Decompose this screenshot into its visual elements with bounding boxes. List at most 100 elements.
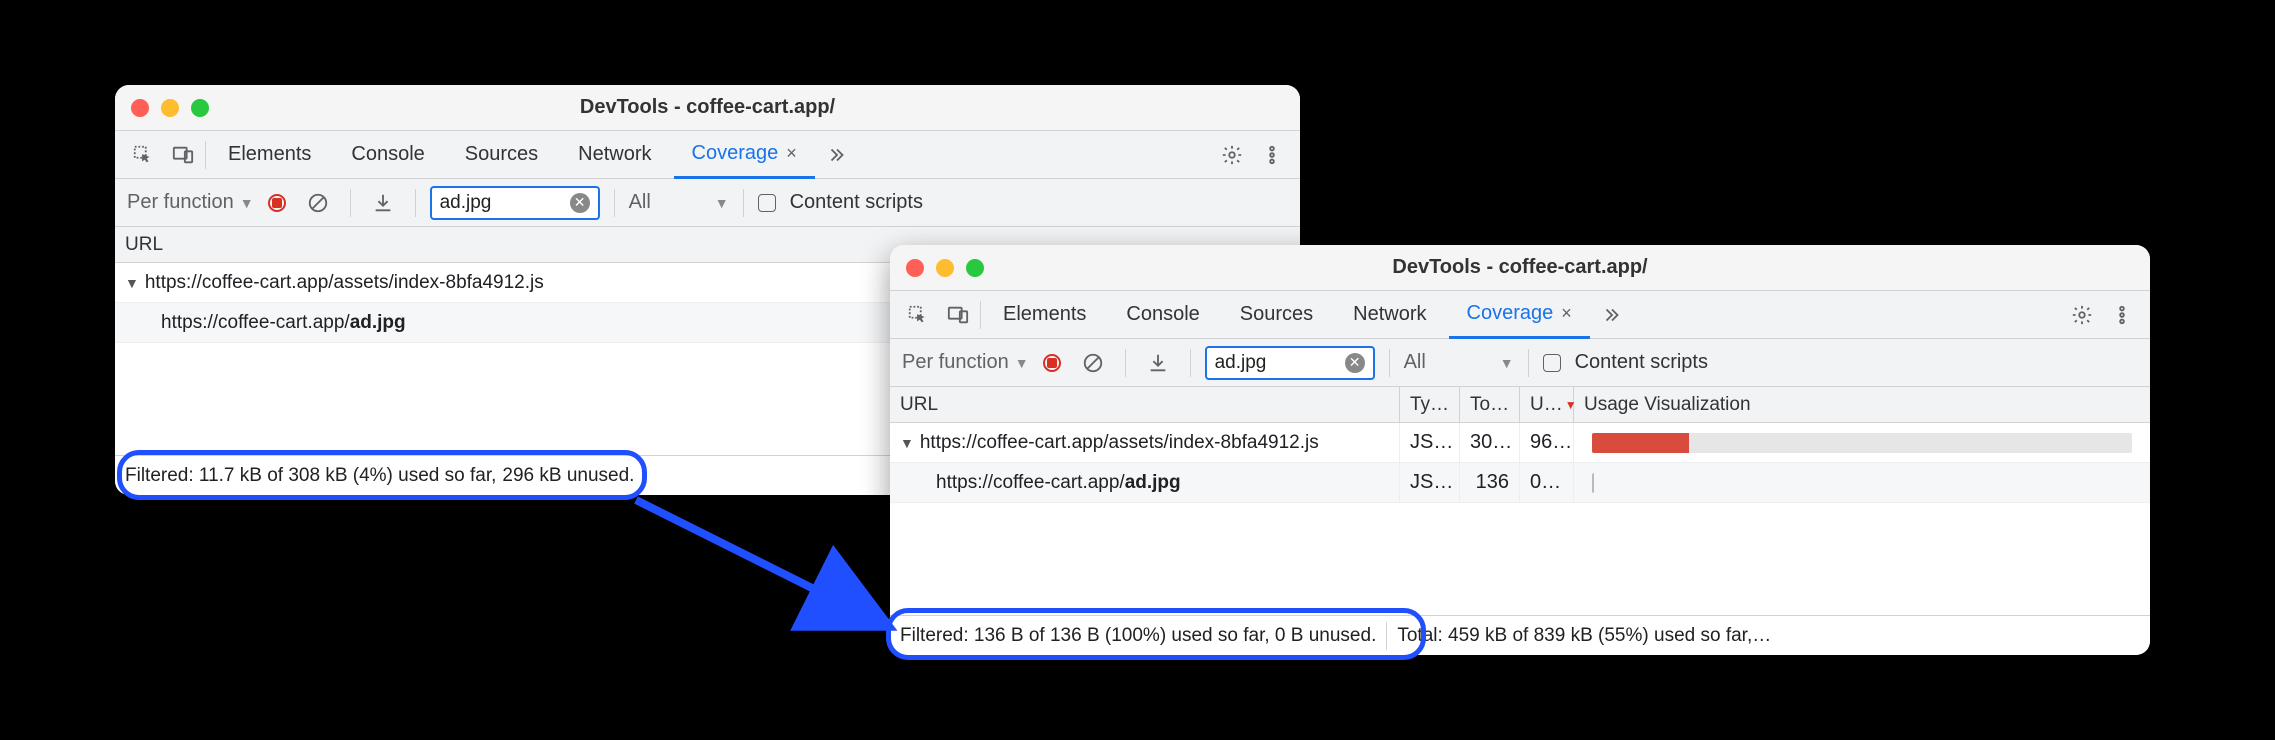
usage-bar: [1592, 473, 2132, 493]
clear-icon[interactable]: [1075, 345, 1111, 381]
column-label: URL: [125, 234, 163, 256]
tab-elements[interactable]: Elements: [210, 131, 329, 178]
minimize-icon[interactable]: [936, 259, 954, 277]
column-label: Usage Visualization: [1584, 394, 1751, 416]
url-filter-input[interactable]: ad.jpg ✕: [1205, 346, 1375, 380]
usage-used: [1592, 473, 1594, 493]
status-bar: Filtered: 136 B of 136 B (100%) used so …: [890, 615, 2150, 655]
row-type: JS…: [1410, 431, 1453, 454]
tab-label: Sources: [465, 143, 538, 166]
usage-bar: [1592, 433, 2132, 453]
chevron-down-icon: ▼: [240, 195, 254, 211]
separator: [1528, 349, 1529, 377]
row-type: JS…: [1410, 471, 1453, 494]
more-tabs-icon[interactable]: [1594, 304, 1630, 326]
column-label: Ty…: [1410, 394, 1449, 416]
clear-filter-icon[interactable]: ✕: [570, 193, 590, 213]
column-usage[interactable]: Usage Visualization: [1574, 387, 2150, 422]
table-header: URL Ty… To… U…▼ Usage Visualization: [890, 387, 2150, 423]
tab-elements[interactable]: Elements: [985, 291, 1104, 338]
coverage-toolbar: Per function ▼ ad.jpg ✕ All ▼ Content sc…: [890, 339, 2150, 387]
content-scripts-checkbox[interactable]: [1543, 354, 1561, 372]
table-row[interactable]: ▼ https://coffee-cart.app/assets/index-8…: [890, 423, 2150, 463]
usage-used: [1592, 433, 1689, 453]
tab-label: Elements: [228, 143, 311, 166]
column-unused[interactable]: U…▼: [1520, 387, 1574, 422]
zoom-icon[interactable]: [966, 259, 984, 277]
column-url[interactable]: URL: [890, 387, 1400, 422]
annotation-arrow: [626, 490, 906, 650]
type-filter-label: All: [629, 191, 651, 214]
export-icon[interactable]: [1140, 345, 1176, 381]
separator: [1389, 349, 1390, 377]
tab-sources[interactable]: Sources: [447, 131, 556, 178]
panel-tabs: Elements Console Sources Network Coverag…: [890, 291, 2150, 339]
tab-network[interactable]: Network: [560, 131, 669, 178]
panel-tabs: Elements Console Sources Network Coverag…: [115, 131, 1300, 179]
row-url: https://coffee-cart.app/assets/index-8bf…: [920, 432, 1319, 454]
tab-coverage[interactable]: Coverage ×: [674, 132, 815, 179]
tab-console[interactable]: Console: [1108, 291, 1217, 338]
coverage-table: ▼ https://coffee-cart.app/assets/index-8…: [890, 423, 2150, 503]
close-tab-icon[interactable]: ×: [786, 143, 797, 164]
filter-value: ad.jpg: [1215, 352, 1345, 374]
type-filter-dropdown[interactable]: All ▼: [629, 191, 729, 214]
record-button[interactable]: [1043, 354, 1061, 372]
row-url-bold: ad.jpg: [350, 312, 406, 334]
row-url-bold: ad.jpg: [1125, 472, 1181, 494]
zoom-icon[interactable]: [191, 99, 209, 117]
close-icon[interactable]: [131, 99, 149, 117]
inspect-icon[interactable]: [125, 137, 161, 173]
tab-label: Network: [578, 143, 651, 166]
settings-icon[interactable]: [1214, 137, 1250, 173]
url-filter-input[interactable]: ad.jpg ✕: [430, 186, 600, 220]
clear-filter-icon[interactable]: ✕: [1345, 353, 1365, 373]
separator: [743, 189, 744, 217]
column-type[interactable]: Ty…: [1400, 387, 1460, 422]
close-tab-icon[interactable]: ×: [1561, 303, 1572, 324]
type-filter-dropdown[interactable]: All ▼: [1404, 351, 1514, 374]
traffic-lights: [131, 99, 209, 117]
close-icon[interactable]: [906, 259, 924, 277]
coverage-toolbar: Per function ▼ ad.jpg ✕ All ▼ Content sc…: [115, 179, 1300, 227]
table-row[interactable]: https://coffee-cart.app/ad.jpg JS… 136 0…: [890, 463, 2150, 503]
row-total: 30…: [1470, 431, 1512, 454]
tab-label: Coverage: [692, 142, 779, 165]
disclosure-triangle-icon[interactable]: ▼: [125, 275, 139, 291]
window-title: DevTools - coffee-cart.app/: [115, 96, 1300, 119]
inspect-icon[interactable]: [900, 297, 936, 333]
column-label: URL: [900, 394, 938, 416]
chevron-down-icon: ▼: [1015, 355, 1029, 371]
clear-icon[interactable]: [300, 185, 336, 221]
tab-network[interactable]: Network: [1335, 291, 1444, 338]
row-total: 136: [1476, 471, 1509, 494]
tab-label: Console: [1126, 303, 1199, 326]
column-label: U…: [1530, 394, 1563, 416]
record-button[interactable]: [268, 194, 286, 212]
disclosure-triangle-icon[interactable]: ▼: [900, 435, 914, 451]
tab-coverage[interactable]: Coverage ×: [1449, 292, 1590, 339]
device-toggle-icon[interactable]: [165, 137, 201, 173]
content-scripts-checkbox[interactable]: [758, 194, 776, 212]
tab-label: Network: [1353, 303, 1426, 326]
window-title: DevTools - coffee-cart.app/: [890, 256, 2150, 279]
type-filter-label: All: [1404, 351, 1426, 374]
minimize-icon[interactable]: [161, 99, 179, 117]
tab-sources[interactable]: Sources: [1222, 291, 1331, 338]
separator: [1125, 349, 1126, 377]
more-tabs-icon[interactable]: [819, 144, 855, 166]
separator: [350, 189, 351, 217]
granularity-dropdown[interactable]: Per function ▼: [127, 191, 254, 214]
kebab-menu-icon[interactable]: [1254, 137, 1290, 173]
devtools-window-right: DevTools - coffee-cart.app/ Elements Con…: [890, 245, 2150, 655]
tab-console[interactable]: Console: [333, 131, 442, 178]
tab-label: Elements: [1003, 303, 1086, 326]
device-toggle-icon[interactable]: [940, 297, 976, 333]
export-icon[interactable]: [365, 185, 401, 221]
granularity-dropdown[interactable]: Per function ▼: [902, 351, 1029, 374]
settings-icon[interactable]: [2064, 297, 2100, 333]
kebab-menu-icon[interactable]: [2104, 297, 2140, 333]
column-total[interactable]: To…: [1460, 387, 1520, 422]
chevron-down-icon: ▼: [1500, 355, 1514, 371]
granularity-label: Per function: [127, 191, 234, 214]
